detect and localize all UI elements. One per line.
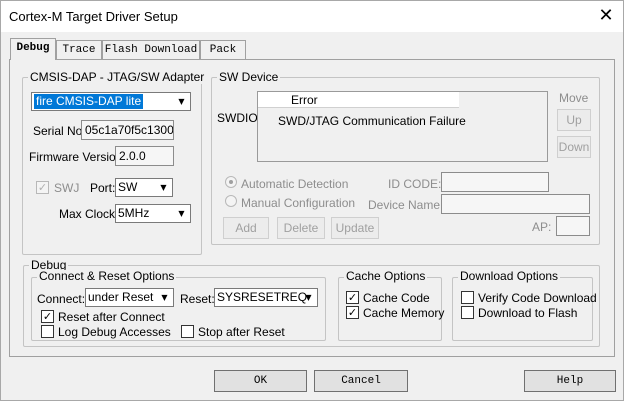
reset-label: Reset: (180, 292, 215, 306)
chevron-down-icon: ▼ (160, 183, 167, 192)
title-bar: Cortex-M Target Driver Setup ✕ (1, 1, 623, 32)
port-select[interactable]: SW ▼ (115, 178, 173, 197)
manual-config-radio[interactable] (225, 195, 237, 207)
manual-config-label: Manual Configuration (241, 196, 356, 210)
adapter-group-label: CMSIS-DAP - JTAG/SW Adapter (28, 70, 207, 84)
reset-select[interactable]: SYSRESETREQ ▼ (214, 288, 318, 307)
cache-code-checkbox[interactable]: ✓ (346, 291, 359, 304)
adapter-select[interactable]: fire CMSIS-DAP lite ▼ (31, 92, 191, 111)
ok-button[interactable]: OK (214, 370, 307, 392)
update-button[interactable]: Update (331, 217, 379, 239)
ap-field[interactable] (556, 216, 590, 236)
move-label: Move (559, 91, 589, 105)
connect-label: Connect: (37, 292, 86, 306)
chevron-down-icon: ▼ (161, 293, 168, 302)
id-code-field[interactable] (441, 172, 549, 192)
serial-field[interactable]: 05c1a70f5c13000 (81, 120, 174, 140)
firmware-label: Firmware Version: (29, 150, 126, 164)
swdio-label: SWDIO (217, 111, 258, 125)
adapter-select-value: fire CMSIS-DAP lite (34, 94, 144, 109)
error-column-header: Error (291, 93, 318, 107)
tab-flash-download[interactable]: Flash Download (102, 40, 200, 60)
serial-label: Serial No: (33, 124, 86, 138)
device-list[interactable]: Error SWD/JTAG Communication Failure (257, 91, 548, 162)
down-button[interactable]: Down (557, 136, 591, 158)
stop-after-reset-checkbox[interactable] (181, 325, 194, 338)
add-button[interactable]: Add (223, 217, 269, 239)
reset-after-connect-checkbox[interactable]: ✓ (41, 310, 54, 323)
tab-pack[interactable]: Pack (200, 40, 246, 60)
cache-code-label: Cache Code (363, 291, 430, 305)
id-code-label: ID CODE: (388, 177, 442, 191)
device-name-field[interactable] (441, 194, 590, 214)
auto-detect-label: Automatic Detection (241, 177, 349, 191)
tab-debug[interactable]: Debug (10, 38, 56, 60)
sw-device-group-label: SW Device (217, 70, 281, 84)
verify-download-label: Verify Code Download (478, 291, 597, 305)
close-icon[interactable]: ✕ (593, 5, 619, 27)
swj-checkbox[interactable]: ✓ (36, 181, 49, 194)
cache-memory-checkbox[interactable]: ✓ (346, 306, 359, 319)
verify-download-checkbox[interactable] (461, 291, 474, 304)
max-clock-label: Max Clock: (59, 207, 119, 221)
max-clock-select-value: 5MHz (118, 206, 150, 220)
cache-memory-label: Cache Memory (363, 306, 445, 320)
download-to-flash-checkbox[interactable] (461, 306, 474, 319)
log-debug-label: Log Debug Accesses (58, 325, 171, 339)
connect-select-value: under Reset (88, 290, 154, 304)
dialog-window: Cortex-M Target Driver Setup ✕ Debug Tra… (0, 0, 624, 401)
auto-detect-radio[interactable] (225, 176, 237, 188)
reset-select-value: SYSRESETREQ (217, 290, 308, 304)
cancel-button[interactable]: Cancel (314, 370, 408, 392)
chevron-down-icon: ▼ (178, 97, 185, 106)
firmware-field[interactable]: 2.0.0 (115, 146, 174, 166)
download-options-group-label: Download Options (458, 269, 561, 283)
help-button[interactable]: Help (524, 370, 616, 392)
delete-button[interactable]: Delete (277, 217, 325, 239)
list-item[interactable]: SWD/JTAG Communication Failure (278, 114, 466, 128)
device-name-label: Device Name: (368, 198, 444, 212)
chevron-down-icon: ▼ (178, 209, 185, 218)
reset-after-connect-label: Reset after Connect (58, 310, 165, 324)
chevron-down-icon: ▼ (305, 293, 312, 302)
window-title: Cortex-M Target Driver Setup (9, 9, 178, 24)
connect-reset-group-label: Connect & Reset Options (37, 269, 177, 283)
max-clock-select[interactable]: 5MHz ▼ (115, 204, 191, 223)
ap-label: AP: (532, 220, 552, 234)
connect-select[interactable]: under Reset ▼ (85, 288, 174, 307)
radio-dot (229, 180, 233, 184)
port-label: Port: (90, 181, 116, 195)
log-debug-checkbox[interactable] (41, 325, 54, 338)
stop-after-reset-label: Stop after Reset (198, 325, 285, 339)
port-select-value: SW (118, 180, 138, 194)
tab-trace[interactable]: Trace (56, 40, 102, 60)
cache-options-group-label: Cache Options (344, 269, 428, 283)
download-to-flash-label: Download to Flash (478, 306, 578, 320)
list-header: Error (258, 92, 459, 108)
swj-label: SWJ (54, 181, 80, 195)
up-button[interactable]: Up (557, 109, 591, 131)
